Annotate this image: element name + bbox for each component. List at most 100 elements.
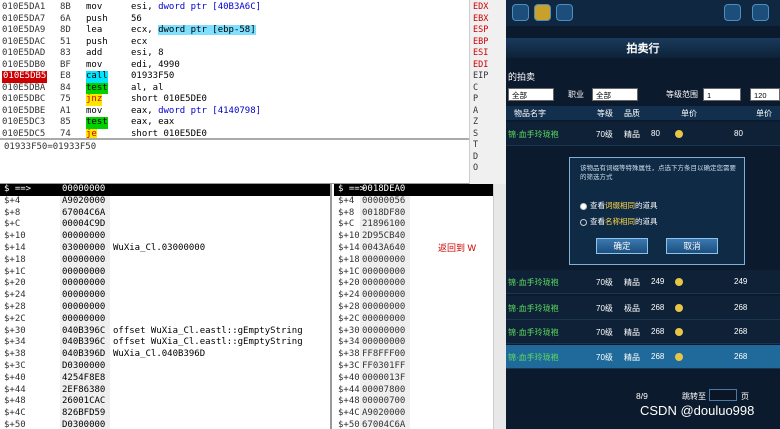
offset: $+44 <box>4 384 26 395</box>
item-name[interactable]: 锦·血手玲珑袍 <box>508 352 559 363</box>
filter-dialog[interactable]: 该物品有词缀等特殊属性，点选下方条目以确定您需要的筛选方式 查看词缀相同的道具 … <box>569 157 745 265</box>
dump-row[interactable]: $+10 00000000 <box>0 231 330 243</box>
disasm-row[interactable]: 010E5DC5 74 je short 010E5DE0 <box>0 128 469 138</box>
dump-row[interactable]: $+24 00000000 <box>334 290 506 302</box>
dump-row[interactable]: $+38 FF8FFF00 <box>334 349 506 361</box>
dump-row[interactable]: $+44 00007800 <box>334 385 506 397</box>
register-label: Z <box>473 117 479 127</box>
item-name[interactable]: 锦·血手玲珑袍 <box>508 303 559 314</box>
dump-row[interactable]: $+8 0018DF80 <box>334 208 506 220</box>
item-name[interactable]: 锦·血手玲珑袍 <box>508 129 559 140</box>
dump-row[interactable]: $+18 00000000 <box>0 255 330 267</box>
radio-icon[interactable] <box>580 218 587 226</box>
dump-row[interactable]: $+2C 00000000 <box>334 314 506 326</box>
item-quality: 精品 <box>624 278 640 287</box>
item-name[interactable]: 锦·血手玲珑袍 <box>508 327 559 338</box>
disasm-row[interactable]: 010E5DA1 8B mov esi, dword ptr [40B3A6C] <box>0 2 469 14</box>
dump-row[interactable]: $+4 00000056 <box>334 196 506 208</box>
disasm-row[interactable]: 010E5DAD 83 add esi, 8 <box>0 48 469 60</box>
value: 0043A640 <box>362 243 406 253</box>
dump-row[interactable]: $+30 040B396C offset WuXia_Cl.eastl::gEmpt… <box>0 326 330 338</box>
dump-row[interactable]: $ ==> 0018DEA0 <box>334 184 506 196</box>
value: 00000000 <box>362 278 406 289</box>
chat-icon[interactable] <box>724 4 741 21</box>
dump-row[interactable]: $+C 00004C9D <box>0 219 330 231</box>
dump-row[interactable]: $+30 00000000 <box>334 326 506 338</box>
disasm-row[interactable]: 010E5DAC 51 push ecx <box>0 37 469 49</box>
auction-row[interactable]: 锦·血手玲珑袍 70级 精品 268 268 <box>506 345 780 369</box>
dump-row[interactable]: $+10 2D95CB40 <box>334 231 506 243</box>
mail-icon[interactable] <box>512 4 529 21</box>
disasm-row[interactable]: 010E5DBA 84 test al, al <box>0 82 469 94</box>
dump-pane-left[interactable]: $ ==> 00000000 $+4 A9020000 $+8 67004C6A $+C 00… <box>0 184 332 429</box>
dump-row[interactable]: $+20 00000000 <box>0 278 330 290</box>
register-label: EBX <box>473 13 489 24</box>
auction-row[interactable]: 锦·血手玲珑袍 70级 精品 249 249 <box>506 270 780 294</box>
dump-row[interactable]: $+24 00000000 <box>0 290 330 302</box>
bag-icon[interactable] <box>534 4 551 21</box>
settings-icon[interactable] <box>556 4 573 21</box>
coin-icon <box>675 328 683 336</box>
dump-row[interactable]: $+48 00000700 <box>334 396 506 408</box>
dump-row[interactable]: $+48 26001CAC <box>0 396 330 408</box>
auction-row[interactable]: 锦·血手玲珑袍 70级 精品 268 268 <box>506 320 780 344</box>
dump-row[interactable]: $+34 040B396C offset WuXia_Cl.eastl::gEmpt… <box>0 337 330 349</box>
dump-row[interactable]: $+14 03000000 WuXia_Cl.03000000 <box>0 243 330 255</box>
dump-row[interactable]: $+40 4254F8E8 <box>0 373 330 385</box>
dump-row[interactable]: $+28 00000000 <box>0 302 330 314</box>
category-select[interactable]: 全部 <box>508 88 554 101</box>
jump-input[interactable] <box>709 389 737 401</box>
level-from-input[interactable]: 1 <box>703 88 741 101</box>
auction-row[interactable]: 锦·血手玲珑袍 70级 精品 80 80 <box>506 122 780 146</box>
auction-row[interactable]: 锦·血手玲珑袍 70级 极品 268 268 <box>506 296 780 320</box>
dump-row[interactable]: $+C 21896100 <box>334 219 506 231</box>
disasm-row[interactable]: 010E5DBC 75 jnz short 010E5DE0 <box>0 94 469 106</box>
dump-row[interactable]: $+50 D0300000 <box>0 420 330 429</box>
dump-row[interactable]: $+3C D0300000 <box>0 361 330 373</box>
operand: eax, dword ptr [4140798] <box>131 105 262 116</box>
page-unit: 页 <box>741 392 749 401</box>
disassembly-pane[interactable]: 010E5DA1 8B mov esi, dword ptr [40B3A6C] 010… <box>0 0 469 138</box>
dump-row[interactable]: $ ==> 00000000 <box>0 184 330 196</box>
dump-row[interactable]: $+38 040B396D WuXia_Cl.040B396D <box>0 349 330 361</box>
game-window[interactable]: 拍卖行 的拍卖 全部 职业 全部 等级范围 1 120 物品名字 等级 品质 单… <box>506 0 780 429</box>
dump-row[interactable]: $+4 A9020000 <box>0 196 330 208</box>
level-to-input[interactable]: 120 <box>750 88 780 101</box>
dump-row[interactable]: $+4C A9020000 <box>334 408 506 420</box>
dump-row[interactable]: $+4C 826BFD59 <box>0 408 330 420</box>
dump-row[interactable]: $+1C 00000000 <box>334 267 506 279</box>
confirm-button[interactable]: 确定 <box>596 238 648 254</box>
disasm-row[interactable]: 010E5DC3 85 test eax, eax <box>0 117 469 129</box>
option-same-name[interactable]: 查看名称相同的道具 <box>580 216 658 227</box>
operand: 56 <box>131 13 142 24</box>
disasm-row[interactable]: 010E5DB5 E8 call 01933F50 <box>0 71 469 83</box>
item-name[interactable]: 锦·血手玲珑袍 <box>508 277 559 288</box>
dump-row[interactable]: $+50 67004C6A <box>334 420 506 429</box>
dump-row[interactable]: $+3C FF0301FF <box>334 361 506 373</box>
disasm-row[interactable]: 010E5DA7 6A push 56 <box>0 14 469 26</box>
register-label: ESI <box>473 48 489 58</box>
disasm-row[interactable]: 010E5DA9 8D lea ecx, dword ptr [ebp-58] <box>0 25 469 37</box>
dump-row[interactable]: $+44 2EF86380 <box>0 385 330 397</box>
dump-row[interactable]: $+28 00000000 <box>334 302 506 314</box>
dump-row[interactable]: $+14 0043A640 返回到 W <box>334 243 506 255</box>
stack-pane[interactable]: $ ==> 0018DEA0 $+4 00000056 $+8 0018DF80 $+C 21… <box>334 184 506 429</box>
dump-row[interactable]: $+34 00000000 <box>334 337 506 349</box>
dump-row[interactable]: $+40 0000013F <box>334 373 506 385</box>
comment: 返回到 W <box>438 243 476 253</box>
offset: $+2C <box>4 313 26 324</box>
page-indicator: 8/9 <box>636 391 648 401</box>
radio-icon[interactable] <box>580 202 587 210</box>
dump-row[interactable]: $+2C 00000000 <box>0 314 330 326</box>
cancel-button[interactable]: 取消 <box>666 238 718 254</box>
user-icon[interactable] <box>752 4 769 21</box>
dump-row[interactable]: $+1C 00000000 <box>0 267 330 279</box>
dump-row[interactable]: $+20 00000000 <box>334 278 506 290</box>
job-select[interactable]: 全部 <box>592 88 638 101</box>
disasm-row[interactable]: 010E5DBE A1 mov eax, dword ptr [4140798] <box>0 106 469 118</box>
dump-row[interactable]: $+18 00000000 <box>334 255 506 267</box>
dump-row[interactable]: $+8 67004C6A <box>0 208 330 220</box>
option-same-affix[interactable]: 查看词缀相同的道具 <box>580 200 658 211</box>
operand: short 010E5DE0 <box>131 94 207 104</box>
disasm-row[interactable]: 010E5DB0 BF mov edi, 4990 <box>0 60 469 72</box>
